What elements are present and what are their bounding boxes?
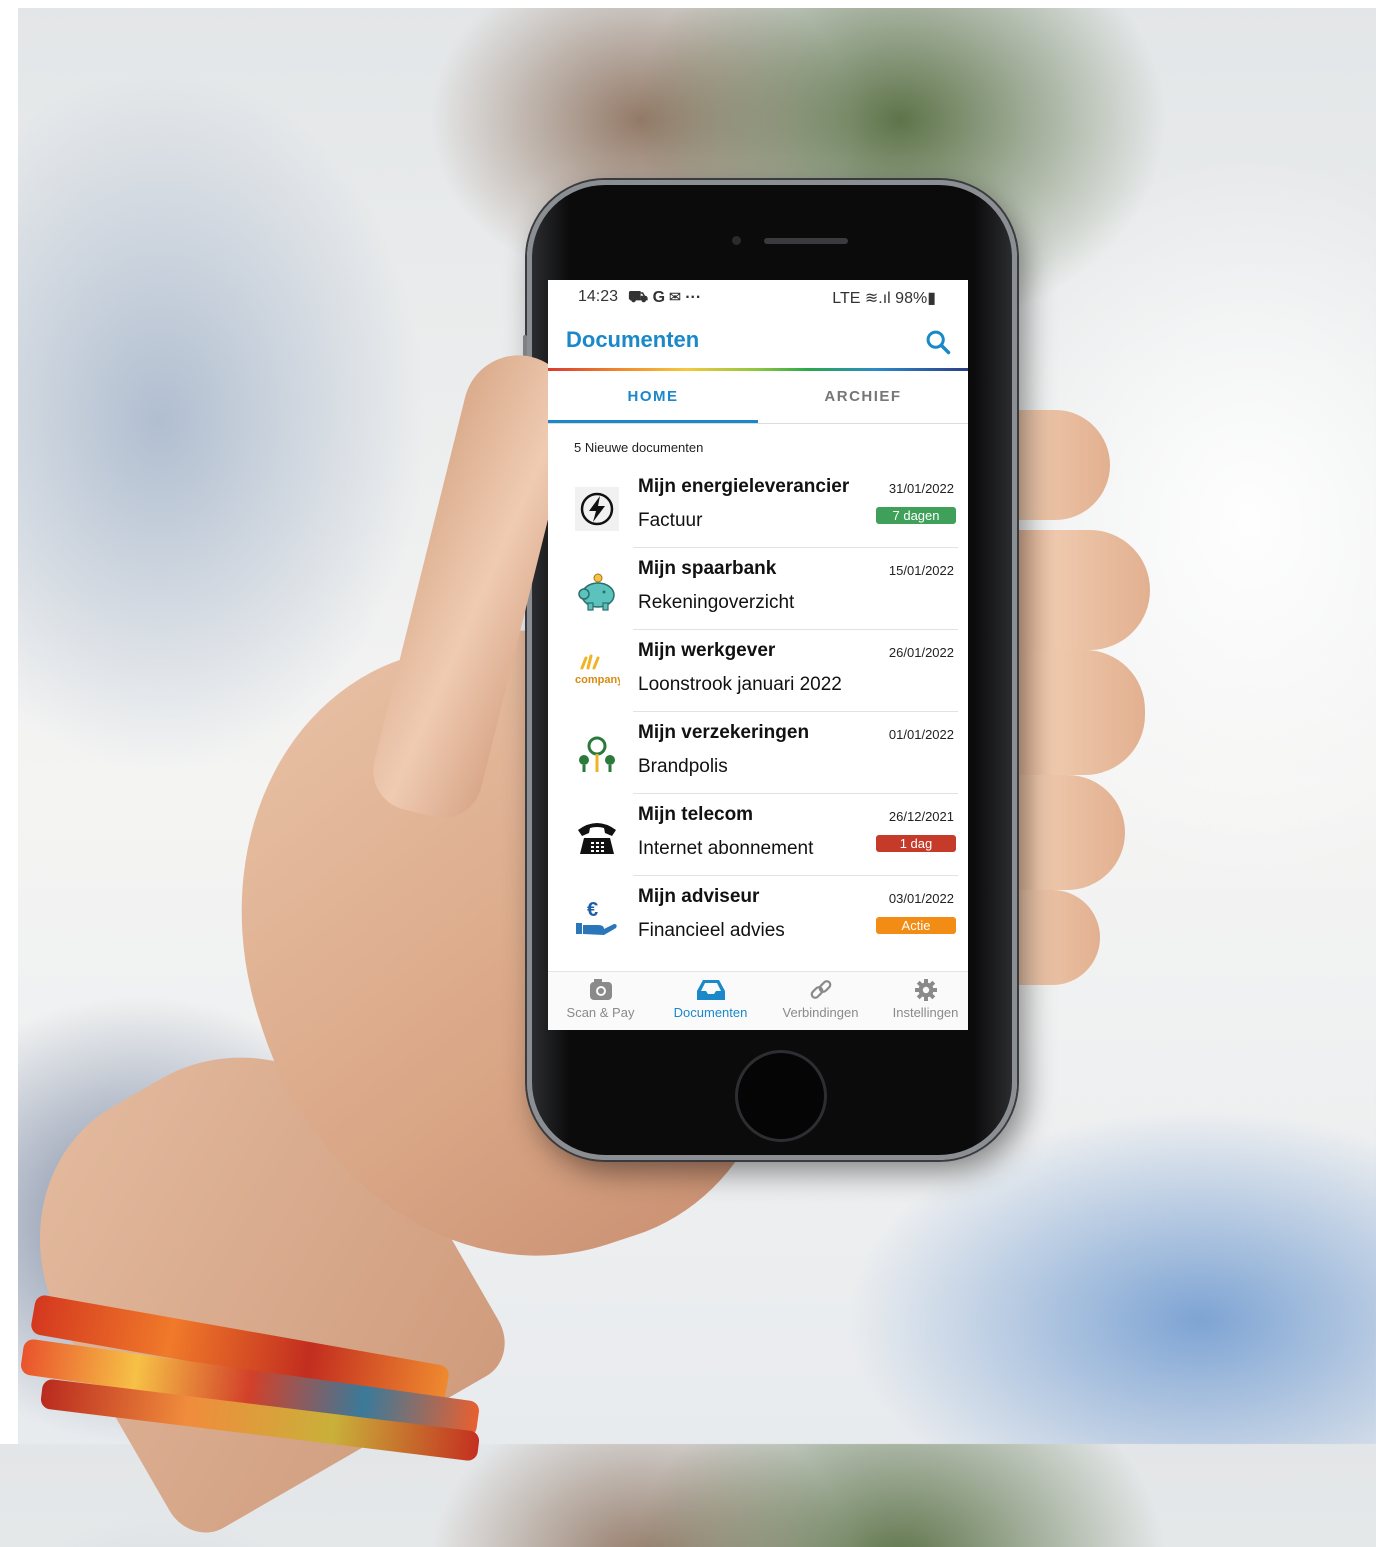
document-row[interactable]: Mijn verzekeringen Brandpolis 01/01/2022 (548, 712, 968, 794)
document-date: 26/01/2022 (888, 645, 954, 660)
document-row[interactable]: Mijn telecom Internet abonnement 26/12/2… (548, 794, 968, 876)
notification-icons: ⛟ G ✉ ··· (628, 289, 702, 306)
front-camera (732, 236, 741, 245)
status-badge: 1 dag (876, 835, 956, 852)
page-title: Documenten (566, 327, 700, 352)
document-type: Rekeningoverzicht (638, 592, 795, 613)
earpiece (764, 238, 848, 244)
document-list: Mijn energieleverancier Factuur 31/01/20… (548, 466, 968, 958)
telephone-icon (578, 823, 616, 854)
nav-label: Documenten (673, 1005, 748, 1020)
document-type: Loonstrook januari 2022 (638, 674, 842, 695)
left-photo-border (0, 0, 18, 1444)
bottom-navigation: Scan & Pay Documenten Verbindingen Inste… (548, 971, 968, 1030)
status-badge: 7 dagen (876, 507, 956, 524)
document-sender: Mijn verzekeringen (638, 722, 810, 743)
document-row[interactable]: Mijn energieleverancier Factuur 31/01/20… (548, 466, 968, 548)
company-logo-icon: company (575, 654, 620, 686)
nav-label: Instellingen (892, 1005, 959, 1020)
document-date: 15/01/2022 (888, 563, 954, 578)
camera-icon (589, 979, 612, 1000)
document-row[interactable]: € Mijn adviseur Financieel advies 03/01/… (548, 876, 968, 958)
document-row[interactable]: Mijn spaarbank Rekeningoverzicht 15/01/2… (548, 548, 968, 630)
search-icon[interactable] (924, 328, 952, 356)
status-bar: 14:23 ⛟ G ✉ ··· LTE ≋.ıl 98%▮ (548, 280, 968, 312)
inbox-icon (696, 980, 725, 1000)
tab-home[interactable]: HOME (548, 371, 758, 423)
status-time: 14:23 (578, 288, 619, 305)
status-connectivity: LTE ≋.ıl 98%▮ (832, 290, 936, 307)
nav-documenten[interactable]: Documenten (658, 978, 763, 1020)
new-documents-count: 5 Nieuwe documenten (574, 440, 704, 455)
document-sender: Mijn energieleverancier (638, 476, 850, 497)
document-date: 01/01/2022 (888, 727, 954, 742)
document-sender: Mijn adviseur (638, 886, 760, 907)
insurance-tree-icon (579, 736, 615, 772)
status-badge: Actie (876, 917, 956, 934)
app-bar: Documenten (548, 312, 968, 368)
piggy-bank-icon (578, 573, 615, 611)
home-button[interactable] (735, 1050, 827, 1142)
tab-archief[interactable]: ARCHIEF (758, 371, 968, 423)
top-photo-border (0, 0, 1376, 8)
nav-scan-pay[interactable]: Scan & Pay (548, 978, 653, 1020)
nav-verbindingen[interactable]: Verbindingen (768, 978, 873, 1020)
nav-label: Scan & Pay (566, 1005, 635, 1020)
lightning-icon (575, 487, 619, 531)
document-type: Internet abonnement (638, 838, 814, 859)
document-sender: Mijn spaarbank (638, 558, 777, 579)
document-type: Brandpolis (638, 756, 728, 777)
document-type: Factuur (638, 510, 703, 531)
euro-hand-icon: € (576, 899, 617, 935)
document-sender: Mijn werkgever (638, 640, 776, 661)
gear-icon (914, 979, 937, 1001)
link-icon (810, 980, 831, 999)
nav-instellingen[interactable]: Instellingen (873, 978, 968, 1020)
svg-text:€: € (587, 899, 598, 921)
document-sender: Mijn telecom (638, 804, 754, 825)
tab-bar: HOME ARCHIEF (548, 371, 968, 424)
document-date: 03/01/2022 (888, 891, 954, 906)
document-date: 26/12/2021 (888, 809, 954, 824)
document-row[interactable]: company Mijn werkgever Loonstrook januar… (548, 630, 968, 712)
document-date: 31/01/2022 (888, 481, 954, 496)
svg-text:company: company (575, 674, 620, 686)
nav-label: Verbindingen (782, 1005, 859, 1020)
document-type: Financieel advies (638, 920, 785, 941)
phone-screen: 14:23 ⛟ G ✉ ··· LTE ≋.ıl 98%▮ Documenten… (548, 280, 968, 1030)
